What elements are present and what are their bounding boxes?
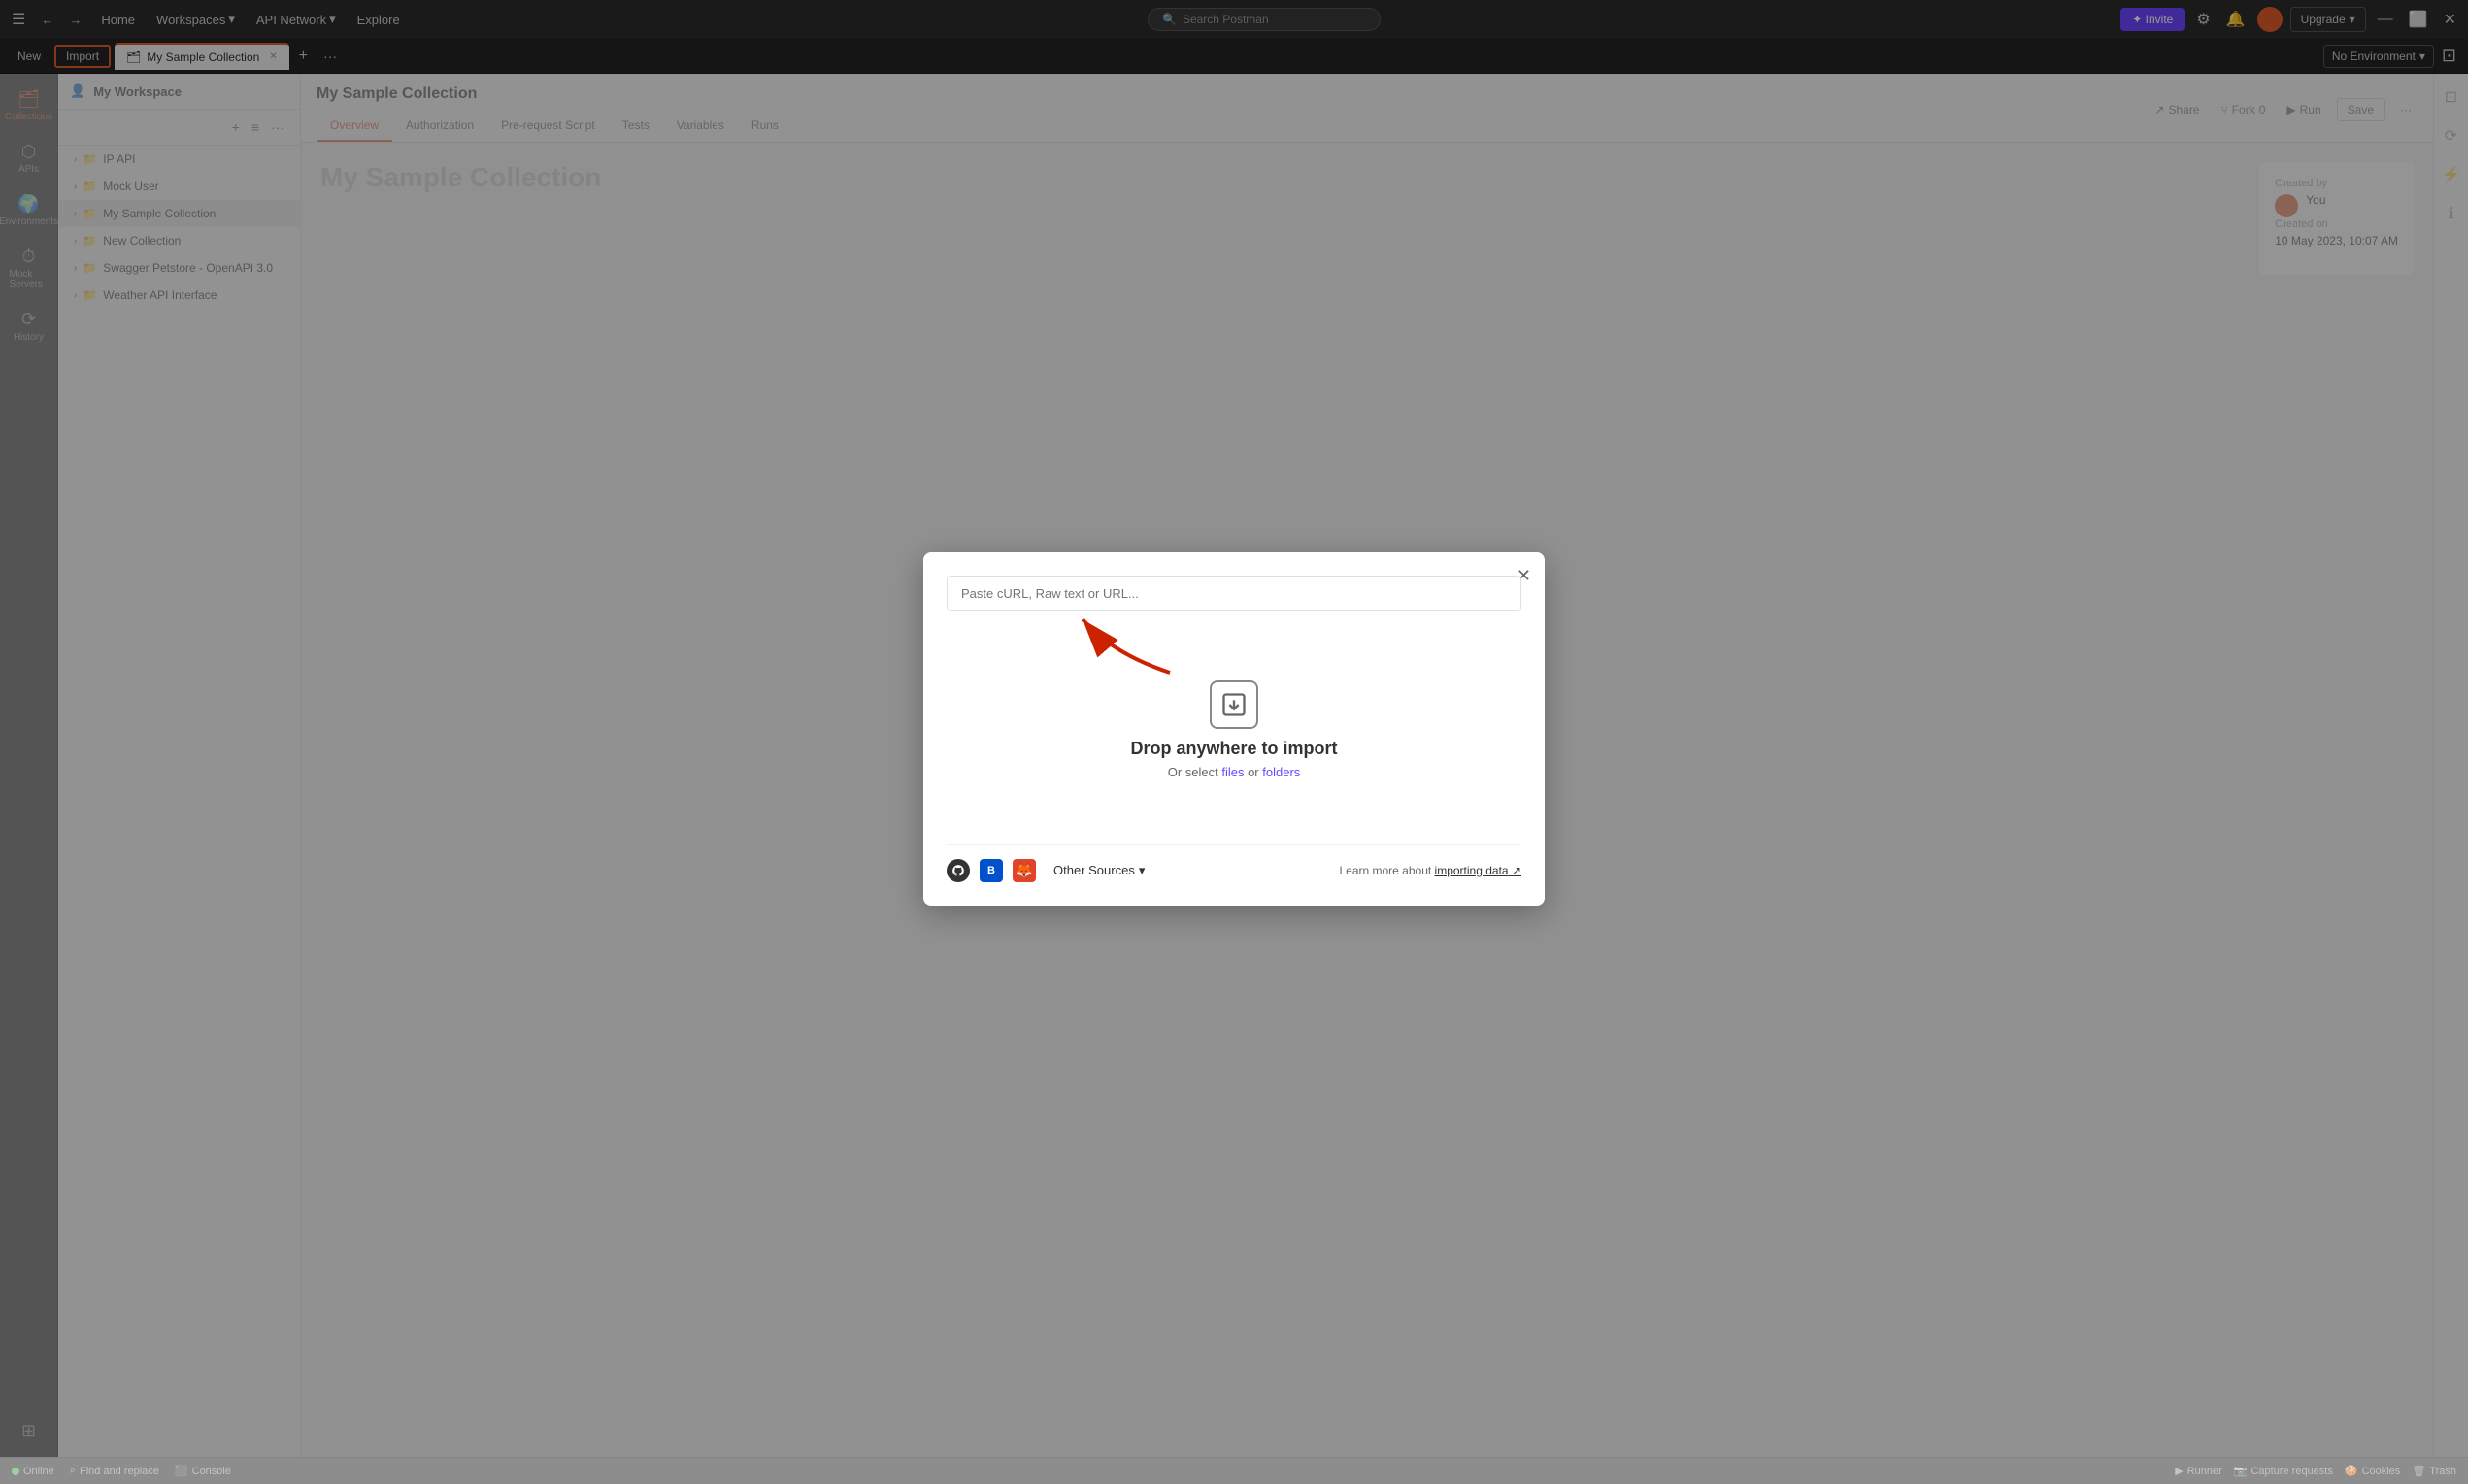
trash-icon: 🗑 [2412, 1465, 2425, 1477]
importing-data-link[interactable]: importing data ↗ [1435, 864, 1521, 877]
learn-more-text: Learn more about importing data ↗ [1339, 864, 1521, 877]
cookies-icon: 🍪 [2345, 1465, 2358, 1477]
drop-icon [1210, 680, 1258, 729]
statusbar-left: Online ⌕ Find and replace ⬛ Console [12, 1465, 231, 1477]
runner-item[interactable]: ▶ Runner [2175, 1465, 2222, 1477]
find-replace-item[interactable]: ⌕ Find and replace [70, 1465, 159, 1477]
gitlab-source-button[interactable]: 🦊 [1013, 859, 1036, 882]
modal-footer: B 🦊 Other Sources ▾ Learn more about imp… [947, 844, 1521, 882]
modal-overlay: ✕ [0, 0, 2468, 1457]
folders-link[interactable]: folders [1262, 765, 1300, 779]
import-modal: ✕ [923, 552, 1545, 906]
runner-icon: ▶ [2175, 1465, 2183, 1477]
import-url-input[interactable] [947, 576, 1521, 611]
other-sources-button[interactable]: Other Sources ▾ [1046, 859, 1152, 882]
files-link[interactable]: files [1221, 765, 1244, 779]
capture-icon: 📷 [2234, 1465, 2248, 1477]
find-replace-icon: ⌕ [70, 1465, 76, 1477]
github-source-button[interactable] [947, 859, 970, 882]
online-status[interactable]: Online [12, 1466, 54, 1477]
drop-area[interactable]: Drop anywhere to import Or select files … [947, 623, 1521, 837]
statusbar-right: ▶ Runner 📷 Capture requests 🍪 Cookies 🗑 … [2175, 1465, 2456, 1477]
modal-sources: B 🦊 Other Sources ▾ [947, 859, 1152, 882]
online-dot [12, 1468, 19, 1475]
bitbucket-source-button[interactable]: B [980, 859, 1003, 882]
console-icon: ⬛ [175, 1465, 188, 1477]
console-item[interactable]: ⬛ Console [175, 1465, 231, 1477]
drop-title: Drop anywhere to import [1130, 739, 1337, 759]
drop-subtitle: Or select files or folders [1168, 765, 1301, 779]
statusbar: Online ⌕ Find and replace ⬛ Console ▶ Ru… [0, 1457, 2468, 1484]
trash-item[interactable]: 🗑 Trash [2412, 1465, 2456, 1477]
cookies-item[interactable]: 🍪 Cookies [2345, 1465, 2400, 1477]
modal-input-container [947, 576, 1521, 623]
capture-requests-item[interactable]: 📷 Capture requests [2234, 1465, 2333, 1477]
